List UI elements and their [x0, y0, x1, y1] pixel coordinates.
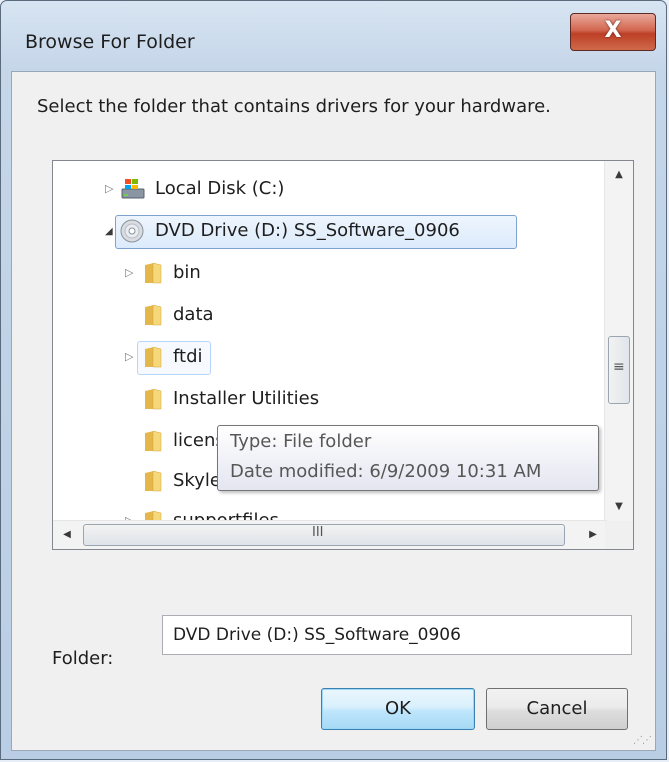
folder-icon — [143, 387, 163, 411]
horizontal-scrollbar[interactable]: ◀ III ▶ — [53, 520, 607, 549]
grip-icon: III — [312, 525, 324, 540]
vertical-scroll-thumb[interactable]: ≡ — [608, 336, 630, 404]
scroll-up-arrow-icon[interactable]: ▲ — [605, 161, 633, 189]
folder-field-label: Folder: — [52, 648, 114, 669]
instruction-text: Select the folder that contains drivers … — [37, 96, 551, 117]
expand-arrow-icon[interactable] — [105, 182, 117, 196]
tree-item-data[interactable]: data — [53, 299, 593, 331]
scroll-left-arrow-icon[interactable]: ◀ — [53, 521, 81, 549]
tree-item-local-disk[interactable]: Local Disk (C:) — [53, 173, 593, 205]
tree-item-ftdi[interactable]: ftdi — [53, 341, 593, 373]
tree-item-label: data — [173, 304, 214, 325]
tooltip-type: Type: File folder — [230, 431, 372, 452]
resize-grip-icon[interactable]: ⋰⋰ — [633, 735, 652, 746]
tree-item-bin[interactable]: bin — [53, 257, 593, 289]
expand-arrow-icon[interactable] — [125, 350, 137, 364]
collapse-arrow-icon[interactable] — [105, 224, 117, 238]
close-button[interactable]: X — [570, 13, 656, 51]
scroll-down-arrow-icon[interactable]: ▼ — [605, 493, 633, 521]
horizontal-scroll-thumb[interactable]: III — [83, 524, 565, 546]
tree-item-label: Installer Utilities — [173, 388, 320, 409]
expand-arrow-icon[interactable] — [125, 266, 137, 280]
drive-icon — [121, 177, 145, 201]
dvd-icon — [119, 219, 145, 243]
tree-item-label: bin — [173, 262, 201, 283]
folder-icon — [143, 261, 163, 285]
tooltip-date-modified: Date modified: 6/9/2009 10:31 AM — [230, 461, 542, 482]
folder-path-input[interactable] — [162, 615, 632, 655]
ok-button[interactable]: OK — [321, 688, 475, 730]
tree-item-label: DVD Drive (D:) SS_Software_0906 — [155, 220, 460, 241]
tree-item-label: ftdi — [173, 346, 203, 367]
vertical-scrollbar[interactable]: ▲ ≡ ▼ — [604, 161, 633, 521]
folder-tooltip: Type: File folder Date modified: 6/9/200… — [217, 425, 599, 491]
browse-for-folder-dialog: Browse For Folder X Select the folder th… — [0, 0, 667, 760]
folder-tree[interactable]: Local Disk (C:) DVD Drive (D:) SS_Softwa… — [52, 160, 634, 550]
folder-icon — [143, 429, 163, 453]
cancel-button[interactable]: Cancel — [486, 688, 628, 730]
dialog-title: Browse For Folder — [25, 31, 195, 53]
scroll-right-arrow-icon[interactable]: ▶ — [579, 521, 607, 549]
tree-item-label: Local Disk (C:) — [155, 178, 285, 199]
tree-item-dvd-drive[interactable]: DVD Drive (D:) SS_Software_0906 — [53, 215, 593, 247]
close-icon: X — [604, 18, 622, 43]
scrollbar-corner — [605, 521, 633, 549]
folder-icon — [143, 469, 163, 493]
tree-item-installer-utilities[interactable]: Installer Utilities — [53, 383, 593, 415]
folder-icon — [143, 345, 163, 369]
dialog-body: Select the folder that contains drivers … — [11, 71, 656, 751]
folder-icon — [143, 303, 163, 327]
grip-icon: ≡ — [613, 359, 625, 375]
